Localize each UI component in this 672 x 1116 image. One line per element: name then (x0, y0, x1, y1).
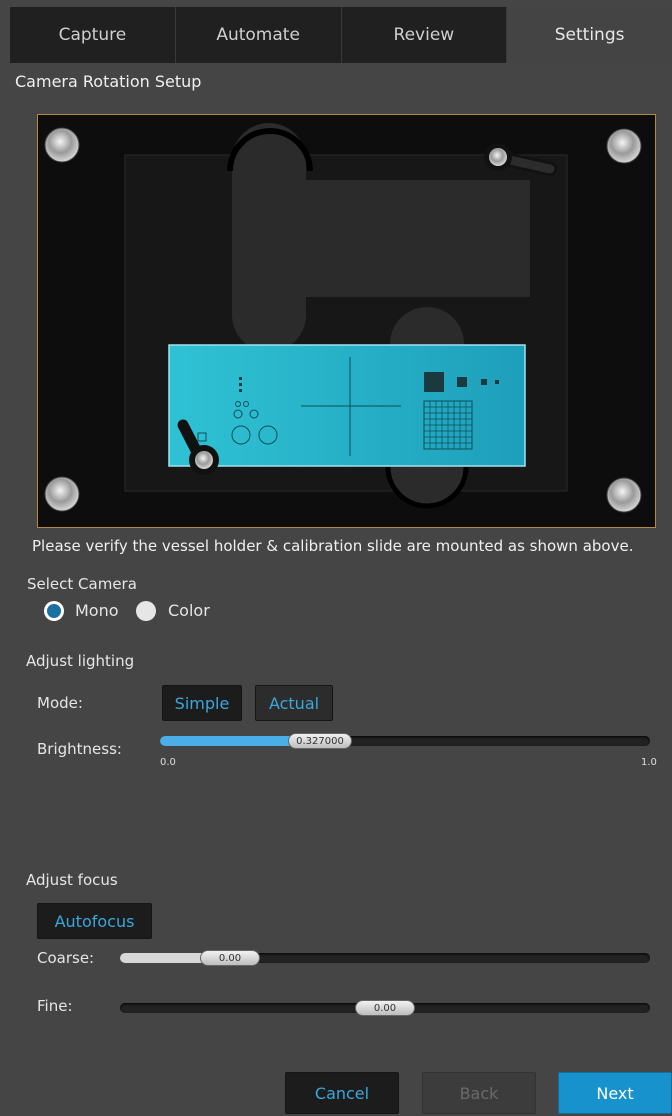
autofocus-button[interactable]: Autofocus (37, 903, 152, 939)
brightness-max-label: 1.0 (641, 757, 657, 768)
coarse-slider-handle[interactable]: 0.00 (200, 950, 260, 966)
tab-capture[interactable]: Capture (10, 7, 176, 63)
tab-automate[interactable]: Automate (175, 7, 342, 63)
coarse-label: Coarse: (37, 949, 95, 967)
brightness-slider-handle[interactable]: 0.327000 (288, 733, 352, 749)
back-button[interactable]: Back (422, 1072, 536, 1114)
mode-label: Mode: (37, 694, 83, 712)
mono-radio-label[interactable]: Mono (75, 601, 119, 620)
fine-focus-slider[interactable]: 0.00 (120, 1000, 650, 1016)
adjust-focus-heading: Adjust focus (26, 871, 118, 889)
brightness-min-label: 0.0 (160, 757, 176, 768)
verify-instructions: Please verify the vessel holder & calibr… (32, 537, 634, 555)
fine-label: Fine: (37, 997, 73, 1015)
next-button[interactable]: Next (558, 1072, 672, 1114)
tab-review[interactable]: Review (341, 7, 508, 63)
mode-simple-button[interactable]: Simple (162, 685, 242, 721)
vessel-holder-illustration (37, 114, 656, 528)
brightness-slider[interactable]: 0.327000 (160, 733, 650, 749)
tab-settings[interactable]: Settings (507, 7, 672, 63)
section-title: Camera Rotation Setup (15, 72, 202, 91)
brightness-label: Brightness: (37, 740, 122, 758)
select-camera-heading: Select Camera (27, 575, 137, 593)
cancel-button[interactable]: Cancel (285, 1072, 399, 1114)
color-radio-label[interactable]: Color (168, 601, 210, 620)
vessel-holder-diagram (44, 123, 642, 513)
tab-bar: Capture Automate Review Settings (10, 7, 672, 63)
mode-actual-button[interactable]: Actual (255, 685, 333, 721)
adjust-lighting-heading: Adjust lighting (26, 652, 135, 670)
color-radio[interactable] (136, 601, 156, 621)
coarse-focus-slider[interactable]: 0.00 (120, 950, 650, 966)
mono-radio[interactable] (44, 601, 64, 621)
fine-slider-handle[interactable]: 0.00 (355, 1000, 415, 1016)
